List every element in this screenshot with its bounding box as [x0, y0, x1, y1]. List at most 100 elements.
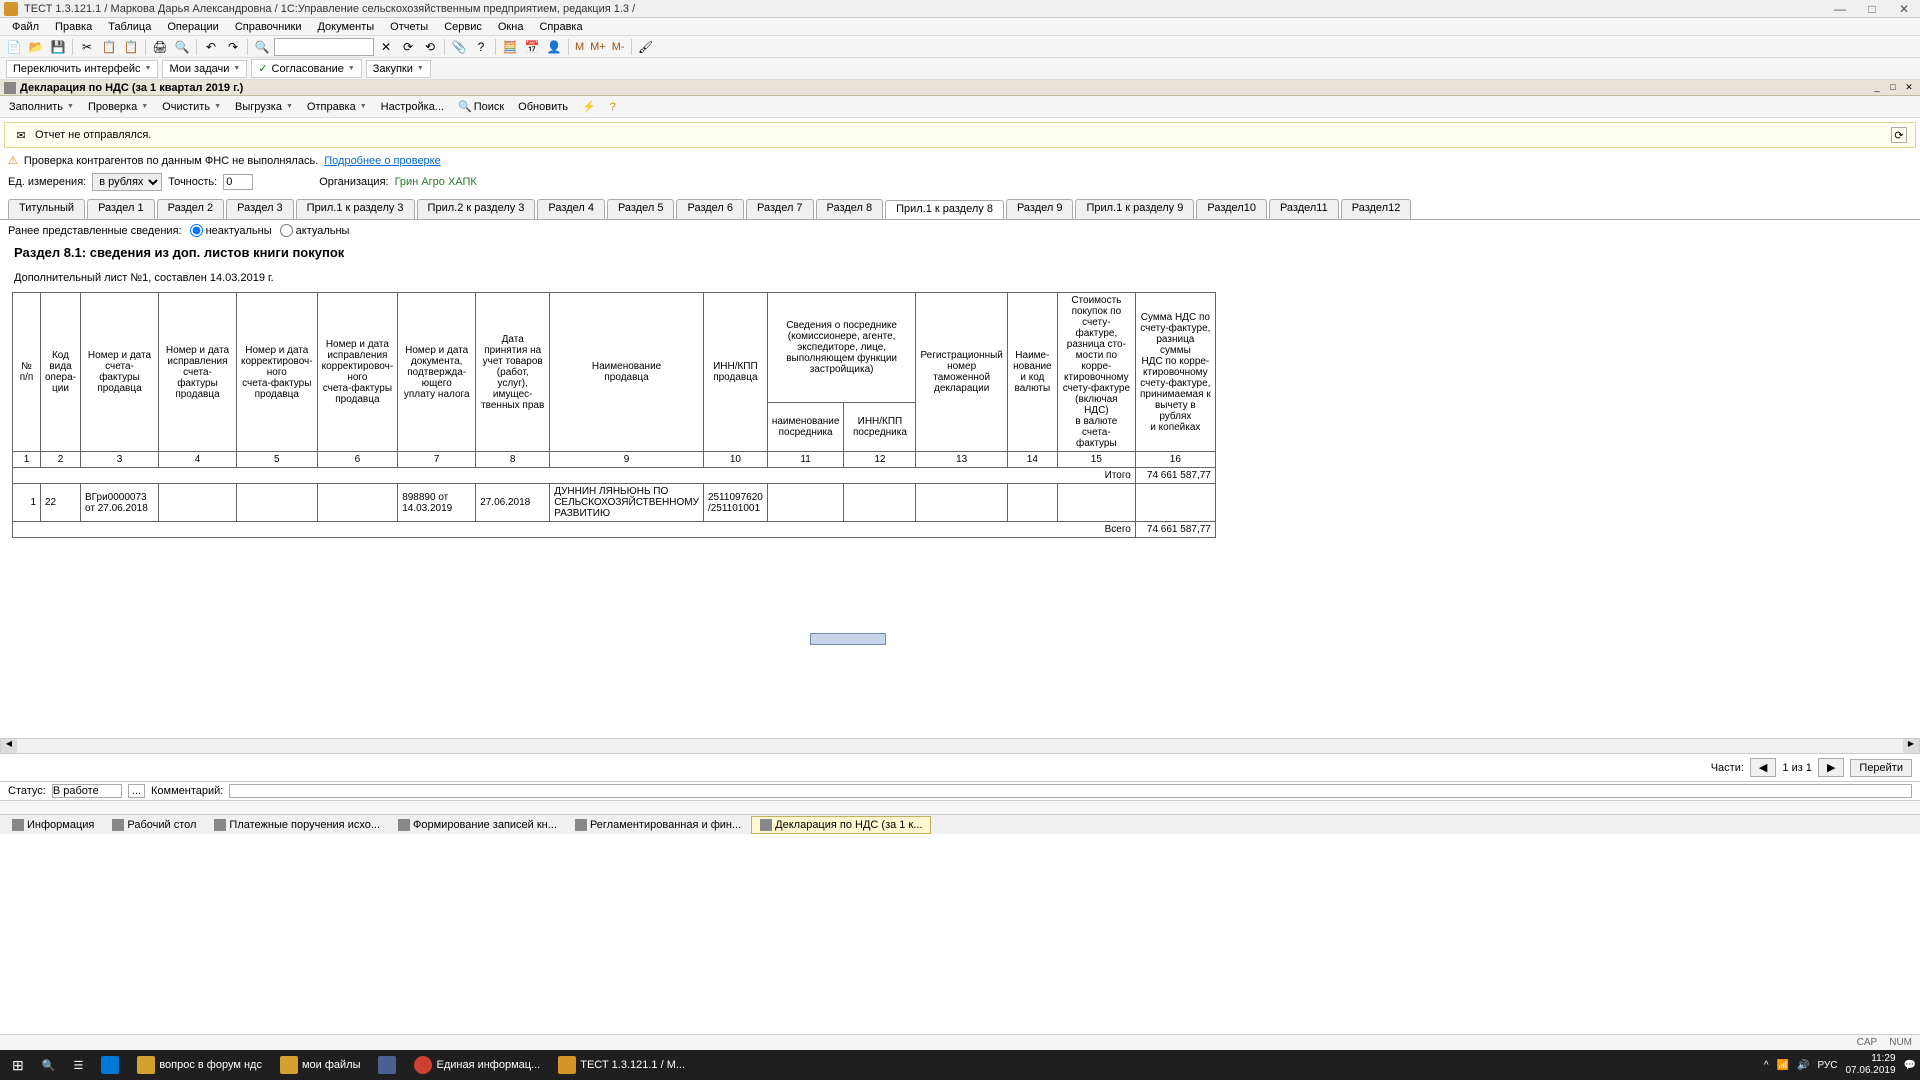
print-icon[interactable]: 🖨	[150, 38, 170, 56]
tab-section[interactable]: Прил.1 к разделу 8	[885, 200, 1004, 219]
tray-notifications-icon[interactable]: 💬	[1904, 1060, 1916, 1071]
tab-section[interactable]: Раздел12	[1341, 199, 1412, 219]
minimize-button[interactable]: —	[1828, 2, 1852, 16]
nav-icon[interactable]: ⟲	[420, 38, 440, 56]
tray-network-icon[interactable]: 📶	[1777, 1060, 1789, 1071]
taskbar-clock[interactable]: 11:29 07.06.2019	[1845, 1053, 1895, 1077]
window-tab[interactable]: Регламентированная и фин...	[567, 817, 749, 833]
tab-section[interactable]: Раздел 1	[87, 199, 155, 219]
tray-language[interactable]: РУС	[1817, 1060, 1837, 1071]
m-minus-button[interactable]: M-	[610, 41, 627, 53]
window-tab[interactable]: Платежные поручения исхо...	[206, 817, 388, 833]
doc-close-button[interactable]: ✕	[1902, 82, 1916, 94]
radio-actual[interactable]: актуальны	[280, 224, 350, 237]
search-icon[interactable]: 🔍	[252, 38, 272, 56]
menu-table[interactable]: Таблица	[100, 21, 159, 33]
edge-icon[interactable]	[93, 1051, 127, 1079]
purchases-dropdown[interactable]: Закупки	[366, 60, 431, 78]
tab-section[interactable]: Прил.2 к разделу 3	[417, 199, 536, 219]
tray-sound-icon[interactable]: 🔊	[1797, 1060, 1809, 1071]
approval-dropdown[interactable]: ✓Согласование	[251, 59, 361, 78]
next-part-button[interactable]: ▶	[1818, 758, 1844, 777]
tab-section[interactable]: Раздел 4	[537, 199, 605, 219]
tray-chevron-icon[interactable]: ^	[1764, 1060, 1769, 1071]
search-button[interactable]: 🔍Поиск	[451, 97, 511, 116]
calendar-icon[interactable]: 📅	[522, 38, 542, 56]
check-button[interactable]: Проверка	[81, 98, 155, 116]
menu-documents[interactable]: Документы	[309, 21, 382, 33]
menu-reports[interactable]: Отчеты	[382, 21, 436, 33]
calc-icon[interactable]: 🧮	[500, 38, 520, 56]
scroll-right-button[interactable]: ▶	[1903, 739, 1919, 753]
search-field[interactable]	[274, 38, 374, 56]
go-button[interactable]: Перейти	[1850, 759, 1912, 777]
taskbar-item[interactable]	[370, 1051, 404, 1079]
doc-minimize-button[interactable]: _	[1870, 82, 1884, 94]
prev-part-button[interactable]: ◀	[1750, 758, 1776, 777]
unit-select[interactable]: в рублях	[92, 173, 162, 191]
menu-file[interactable]: Файл	[4, 21, 47, 33]
new-icon[interactable]: 📄	[4, 38, 24, 56]
m-plus-button[interactable]: M+	[588, 41, 608, 53]
tab-section[interactable]: Раздел 6	[676, 199, 744, 219]
tab-section[interactable]: Прил.1 к разделу 3	[296, 199, 415, 219]
paste-icon[interactable]: 📋	[121, 38, 141, 56]
start-button[interactable]: ⊞	[4, 1051, 32, 1079]
cut-icon[interactable]: ✂	[77, 38, 97, 56]
redo-icon[interactable]: ↷	[223, 38, 243, 56]
scroll-left-button[interactable]: ◀	[1, 739, 17, 753]
data-row[interactable]: 1 22 ВГри0000073 от 27.06.2018 898890 от…	[13, 484, 1216, 522]
tab-section[interactable]: Раздел 2	[157, 199, 225, 219]
precision-input[interactable]	[223, 174, 253, 190]
copy-icon[interactable]: 📋	[99, 38, 119, 56]
search-taskbar-icon[interactable]: 🔍	[34, 1051, 64, 1079]
settings-button[interactable]: Настройка...	[374, 98, 451, 116]
my-tasks-dropdown[interactable]: Мои задачи	[162, 60, 247, 78]
taskbar-item[interactable]: ТЕСТ 1.3.121.1 / М...	[550, 1051, 693, 1079]
menu-windows[interactable]: Окна	[490, 21, 532, 33]
doc-maximize-button[interactable]: □	[1886, 82, 1900, 94]
comment-field[interactable]	[229, 784, 1912, 798]
upload-button[interactable]: Выгрузка	[228, 98, 300, 116]
refresh-button[interactable]: Обновить	[511, 98, 575, 116]
tab-section[interactable]: Прил.1 к разделу 9	[1075, 199, 1194, 219]
radio-not-actual[interactable]: неактуальны	[190, 224, 272, 237]
maximize-button[interactable]: □	[1860, 2, 1884, 16]
menu-catalogs[interactable]: Справочники	[227, 21, 310, 33]
taskbar-item[interactable]: мои файлы	[272, 1051, 369, 1079]
window-tab[interactable]: Рабочий стол	[104, 817, 204, 833]
switch-interface-dropdown[interactable]: Переключить интерфейс	[6, 60, 158, 78]
link-icon[interactable]: 📎	[449, 38, 469, 56]
tab-section[interactable]: Раздел 3	[226, 199, 294, 219]
taskbar-item[interactable]: Единая информац...	[406, 1051, 548, 1079]
undo-icon[interactable]: ↶	[201, 38, 221, 56]
brush-icon[interactable]: 🖌	[636, 38, 656, 56]
preview-icon[interactable]: 🔍	[172, 38, 192, 56]
tab-section[interactable]: Титульный	[8, 199, 85, 219]
tab-section[interactable]: Раздел 9	[1006, 199, 1074, 219]
m-button[interactable]: M	[573, 41, 586, 53]
window-tab[interactable]: Информация	[4, 817, 102, 833]
menu-operations[interactable]: Операции	[159, 21, 226, 33]
fill-button[interactable]: Заполнить	[2, 98, 81, 116]
window-tab[interactable]: Формирование записей кн...	[390, 817, 565, 833]
tab-section[interactable]: Раздел 7	[746, 199, 814, 219]
help-icon[interactable]: ?	[471, 38, 491, 56]
window-tab[interactable]: Декларация по НДС (за 1 к...	[751, 816, 931, 834]
save-icon[interactable]: 💾	[48, 38, 68, 56]
tab-section[interactable]: Раздел10	[1196, 199, 1267, 219]
menu-service[interactable]: Сервис	[436, 21, 490, 33]
tab-section[interactable]: Раздел 8	[816, 199, 884, 219]
status-more-button[interactable]: ...	[128, 784, 145, 798]
clear-search-icon[interactable]: ✕	[376, 38, 396, 56]
lightning-icon[interactable]: ⚡	[575, 97, 603, 116]
horizontal-scrollbar[interactable]: ◀ ▶	[0, 738, 1920, 754]
taskview-icon[interactable]: ☰	[65, 1051, 91, 1079]
menu-edit[interactable]: Правка	[47, 21, 100, 33]
refresh-icon[interactable]: ⟳	[398, 38, 418, 56]
user-icon[interactable]: 👤	[544, 38, 564, 56]
tab-section[interactable]: Раздел 5	[607, 199, 675, 219]
send-button[interactable]: Отправка	[300, 98, 374, 116]
open-icon[interactable]: 📂	[26, 38, 46, 56]
question-icon[interactable]: ?	[603, 98, 623, 116]
